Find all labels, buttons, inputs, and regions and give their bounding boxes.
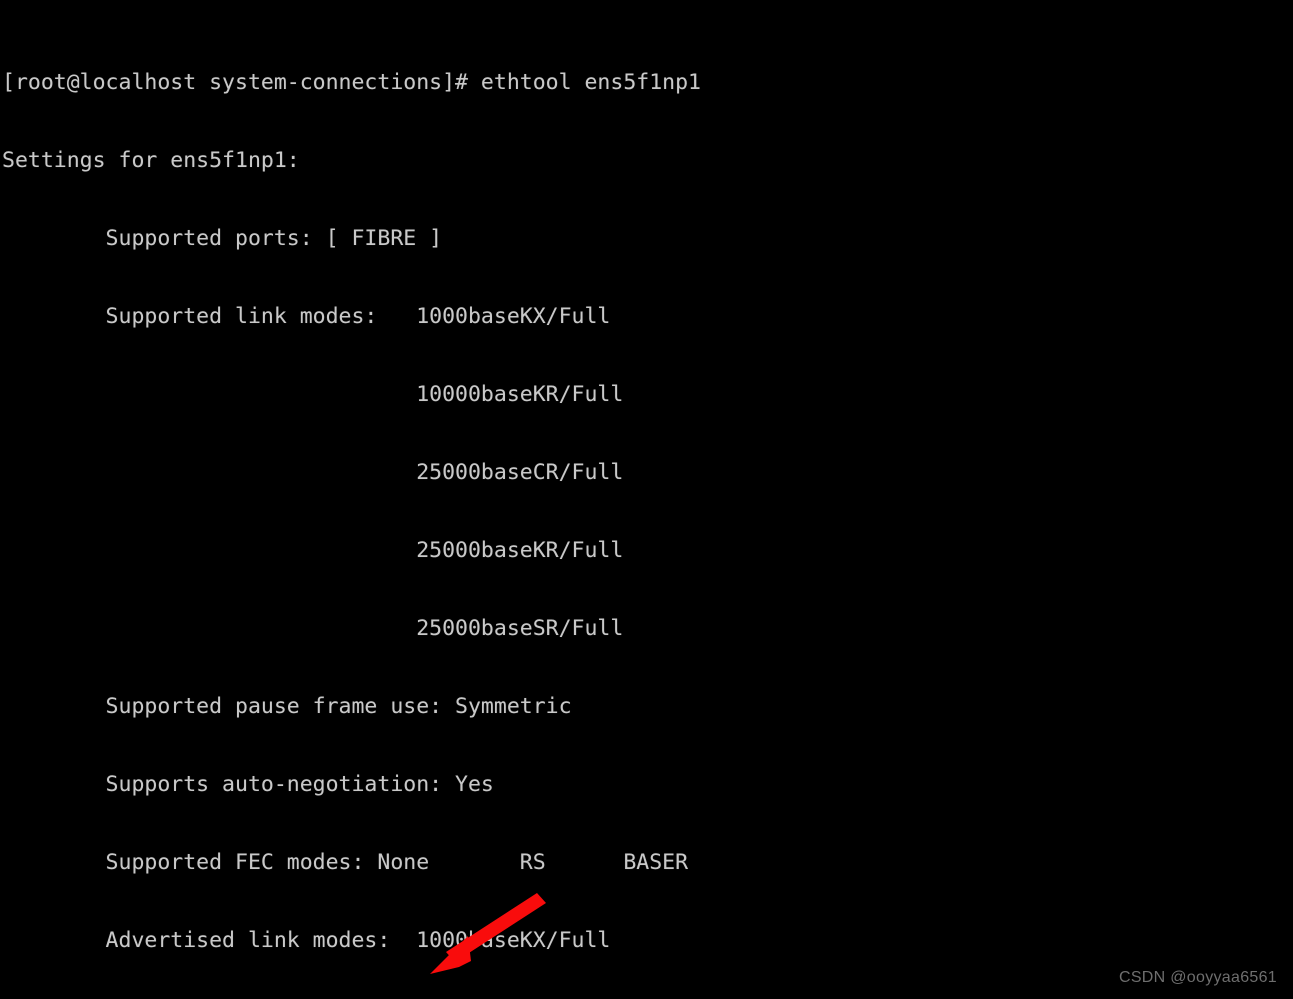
terminal-line-supported-link-mode-4: 25000baseKR/Full xyxy=(2,538,624,563)
terminal-line-advertised-link-modes: Advertised link modes: 1000baseKX/Full xyxy=(2,928,611,953)
terminal-line-supports-auto-negotiation: Supports auto-negotiation: Yes xyxy=(2,772,494,797)
terminal-line-supported-link-mode-5: 25000baseSR/Full xyxy=(2,616,624,641)
terminal-line-supported-ports: Supported ports: [ FIBRE ] xyxy=(2,226,443,251)
terminal-line-supported-link-mode-3: 25000baseCR/Full xyxy=(2,460,624,485)
terminal-line-settings-header: Settings for ens5f1np1: xyxy=(2,148,300,173)
terminal-line-supported-fec-modes: Supported FEC modes: None RS BASER xyxy=(2,850,689,875)
terminal-output: [root@localhost system-connections]# eth… xyxy=(0,18,1293,999)
terminal-line-supported-pause-frame-use: Supported pause frame use: Symmetric xyxy=(2,694,572,719)
terminal-line-supported-link-mode-2: 10000baseKR/Full xyxy=(2,382,624,407)
terminal-line-prompt-command: [root@localhost system-connections]# eth… xyxy=(2,70,701,95)
terminal-line-supported-link-modes: Supported link modes: 1000baseKX/Full xyxy=(2,304,611,329)
terminal-window[interactable]: [root@localhost system-connections]# eth… xyxy=(0,0,1293,999)
csdn-watermark: CSDN @ooyyaa6561 xyxy=(1118,969,1277,986)
